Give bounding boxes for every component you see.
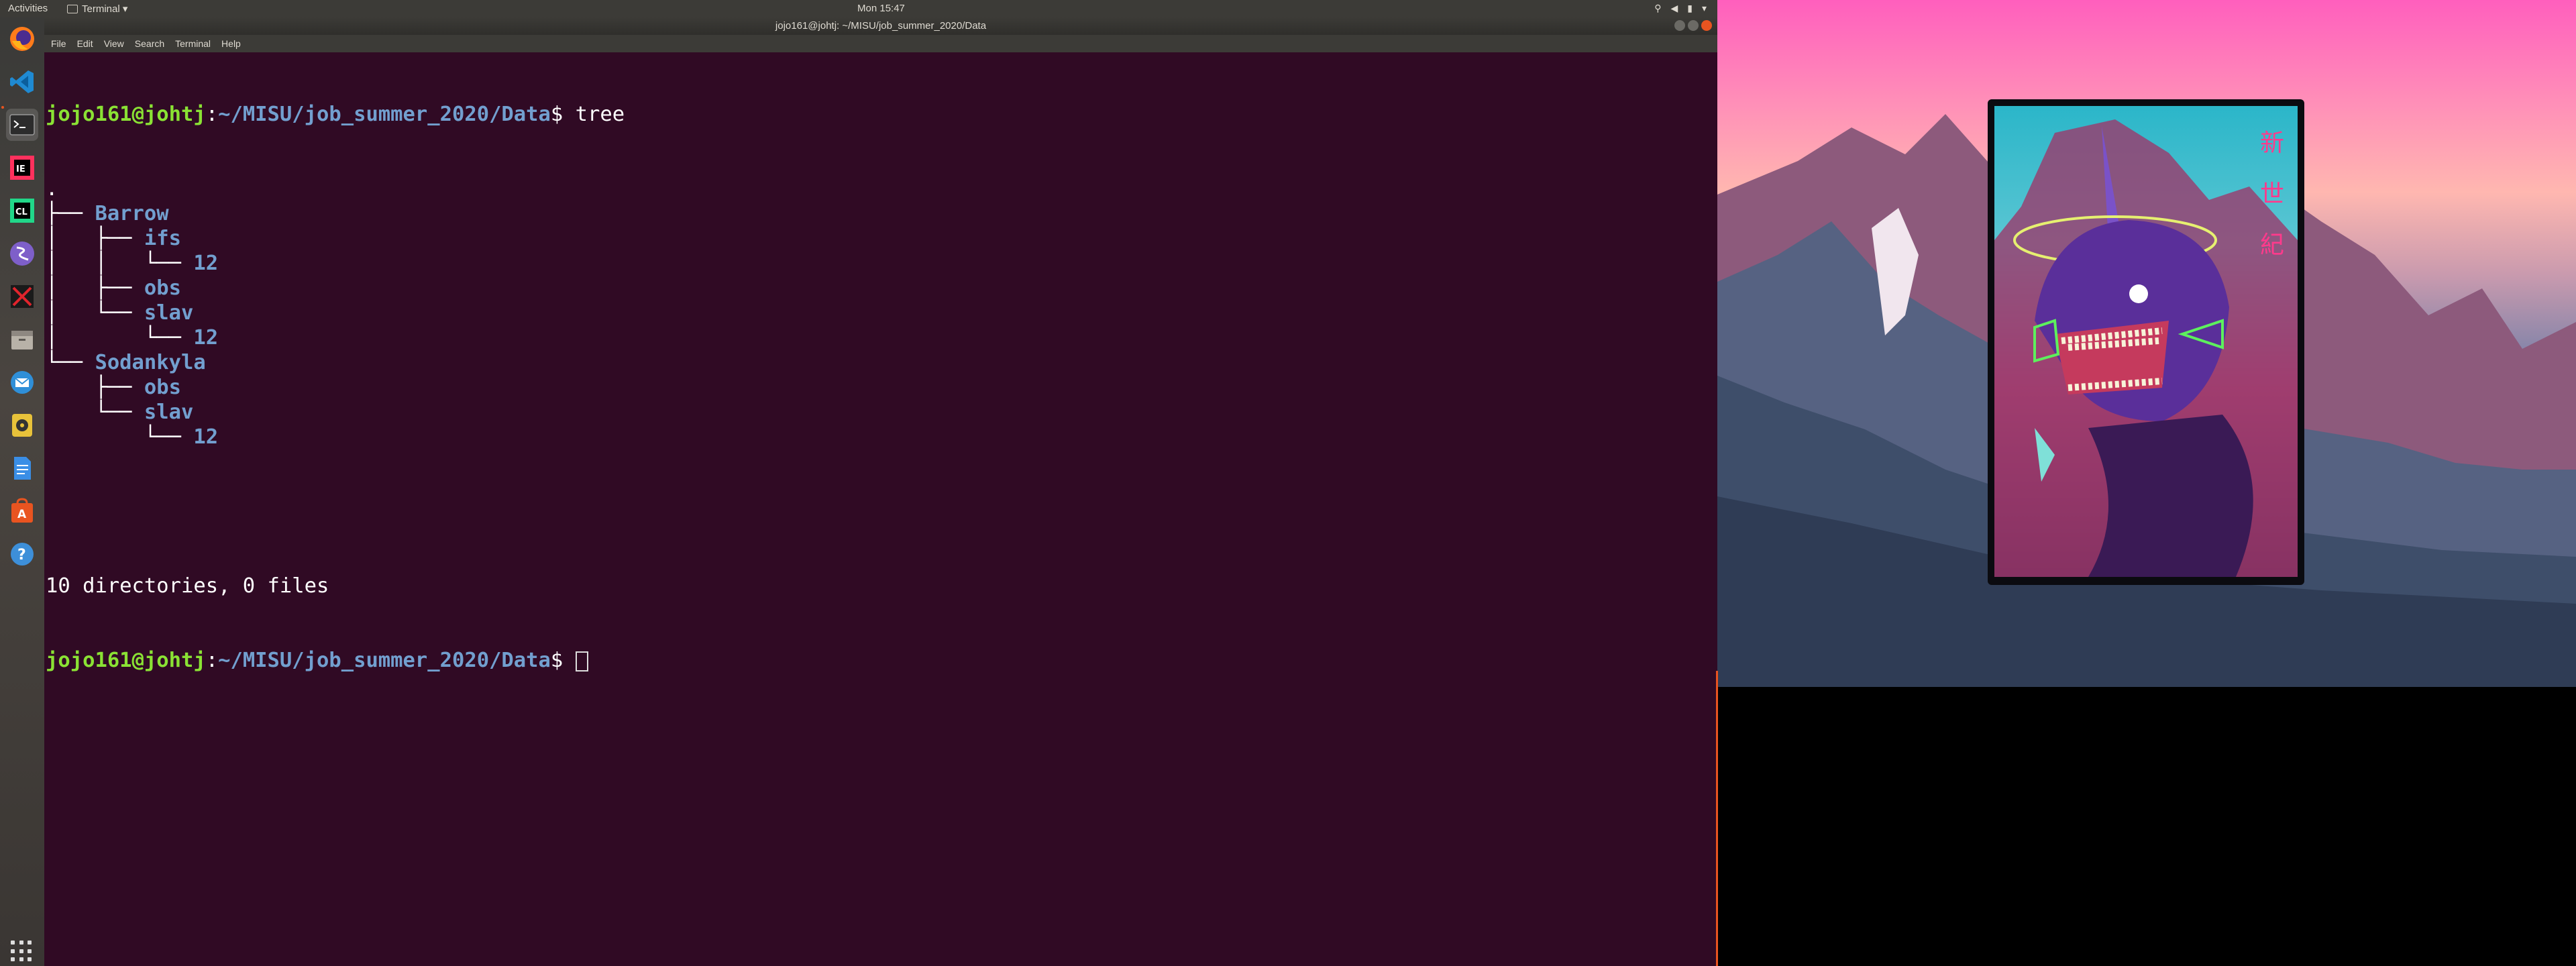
app-menu-label: Terminal ▾ <box>82 3 128 15</box>
dock-files[interactable] <box>6 323 38 356</box>
tree-directory-name: 12 <box>193 425 219 449</box>
top-panel: Activities Terminal ▾ Mon 15:47 ⚲ ◀ ▮ ▾ <box>0 0 1717 17</box>
dock-software-center[interactable]: A <box>6 495 38 527</box>
svg-text:A: A <box>17 508 27 521</box>
tree-line: │ ├── ifs <box>46 227 181 250</box>
terminal-output[interactable]: jojo161@johtj:~/MISU/job_summer_2020/Dat… <box>46 52 1717 966</box>
terminal-window[interactable]: jojo161@johtj: ~/MISU/job_summer_2020/Da… <box>44 17 1724 966</box>
empty-desktop-area <box>1717 687 2576 966</box>
prompt-user: jojo161@johtj <box>46 103 206 126</box>
tree-line: │ └── 12 <box>46 326 219 350</box>
clion-icon: CL <box>10 199 34 223</box>
tree-line: └── slav <box>46 400 194 424</box>
tree-line: . <box>46 176 1717 201</box>
close-button[interactable] <box>1701 20 1712 31</box>
menu-terminal[interactable]: Terminal <box>175 38 211 49</box>
tree-root: . <box>46 177 58 201</box>
tree-line: └── Sodankyla <box>46 351 206 374</box>
svg-text:CL: CL <box>15 207 28 217</box>
prompt-path: ~/MISU/job_summer_2020/Data <box>218 649 551 672</box>
tree-directory-name: Sodankyla <box>95 351 206 374</box>
prompt-line: jojo161@johtj:~/MISU/job_summer_2020/Dat… <box>46 103 625 126</box>
menu-file[interactable]: File <box>51 38 66 49</box>
tree-directory-name: 12 <box>193 252 219 275</box>
tree-directory-name: ifs <box>144 227 181 250</box>
emacs-icon <box>10 241 34 266</box>
system-tray[interactable]: ⚲ ◀ ▮ ▾ <box>1654 3 1707 14</box>
dock-document[interactable] <box>6 452 38 484</box>
clock[interactable]: Mon 15:47 <box>857 3 905 14</box>
window-edge-indicator <box>1716 671 1718 966</box>
command-text: tree <box>575 103 625 126</box>
power-menu-icon: ▾ <box>1701 3 1707 13</box>
tree-line: ├── obs <box>46 376 181 399</box>
minimize-button[interactable] <box>1674 20 1685 31</box>
network-icon: ⚲ <box>1654 3 1662 13</box>
window-title: jojo161@johtj: ~/MISU/job_summer_2020/Da… <box>775 20 987 32</box>
dock-terminal[interactable] <box>6 109 38 141</box>
window-titlebar[interactable]: jojo161@johtj: ~/MISU/job_summer_2020/Da… <box>44 17 1717 35</box>
x-app-icon <box>11 285 34 308</box>
dock-x-app[interactable] <box>6 280 38 313</box>
vscode-icon <box>10 70 34 93</box>
tree-summary: 10 directories, 0 files <box>46 574 329 598</box>
rhythmbox-icon <box>12 414 32 437</box>
dock-clion[interactable]: CL <box>6 195 38 227</box>
prompt-path: ~/MISU/job_summer_2020/Data <box>218 103 551 126</box>
tree-directory-name: slav <box>144 400 194 424</box>
tree-directory-name: obs <box>144 276 181 300</box>
text-cursor <box>575 651 588 672</box>
poster-kanji: 新 世 紀 <box>2259 129 2284 259</box>
tree-line: │ ├── obs <box>46 276 181 300</box>
tree-directory-name: obs <box>144 376 181 399</box>
dock-rhythmbox[interactable] <box>6 409 38 441</box>
menu-edit[interactable]: Edit <box>77 38 93 49</box>
tree-line: └── 12 <box>46 425 219 449</box>
tree-directory-name: slav <box>144 301 194 325</box>
activities-button[interactable]: Activities <box>8 3 48 14</box>
dock-vscode[interactable] <box>6 66 38 98</box>
poster-frame: 新 世 紀 <box>1988 99 2304 585</box>
software-center-icon: A <box>11 498 33 523</box>
mecha-illustration <box>1994 119 2298 577</box>
files-icon <box>11 331 33 350</box>
maximize-button[interactable] <box>1688 20 1699 31</box>
firefox-icon <box>10 27 34 51</box>
dock-firefox[interactable] <box>6 23 38 55</box>
dock-thunderbird[interactable] <box>6 366 38 398</box>
volume-icon: ◀ <box>1670 3 1678 13</box>
show-applications-button[interactable] <box>11 941 32 962</box>
help-icon: ? <box>11 543 34 566</box>
tree-line: ├── Barrow <box>46 202 169 225</box>
dock-help[interactable]: ? <box>6 538 38 570</box>
svg-text:IE: IE <box>16 164 25 174</box>
menu-help[interactable]: Help <box>221 38 241 49</box>
svg-text:?: ? <box>17 547 26 564</box>
tree-line: │ │ └── 12 <box>46 252 219 275</box>
terminal-icon <box>9 114 35 136</box>
menu-search[interactable]: Search <box>135 38 164 49</box>
tree-directory-name: 12 <box>193 326 219 350</box>
battery-icon: ▮ <box>1687 3 1693 13</box>
thunderbird-icon <box>11 371 34 394</box>
dock-intellij[interactable]: IE <box>6 152 38 184</box>
menu-bar: File Edit View Search Terminal Help <box>44 35 1724 52</box>
intellij-icon: IE <box>10 156 34 180</box>
document-icon <box>14 457 31 480</box>
terminal-icon <box>67 4 78 13</box>
prompt-line: jojo161@johtj:~/MISU/job_summer_2020/Dat… <box>46 648 1717 673</box>
prompt-user: jojo161@johtj <box>46 649 206 672</box>
menu-view[interactable]: View <box>104 38 124 49</box>
dock-emacs[interactable] <box>6 237 38 270</box>
dock: IE CL A ? <box>0 17 44 966</box>
app-menu[interactable]: Terminal ▾ <box>67 3 127 15</box>
tree-line: │ └── slav <box>46 301 194 325</box>
poster-art: 新 世 紀 <box>1994 106 2298 577</box>
tree-directory-name: Barrow <box>95 202 169 225</box>
tree-output: . ├── Barrow │ ├── ifs │ │ └── 12 │ ├── obs │… <box>46 176 1717 449</box>
